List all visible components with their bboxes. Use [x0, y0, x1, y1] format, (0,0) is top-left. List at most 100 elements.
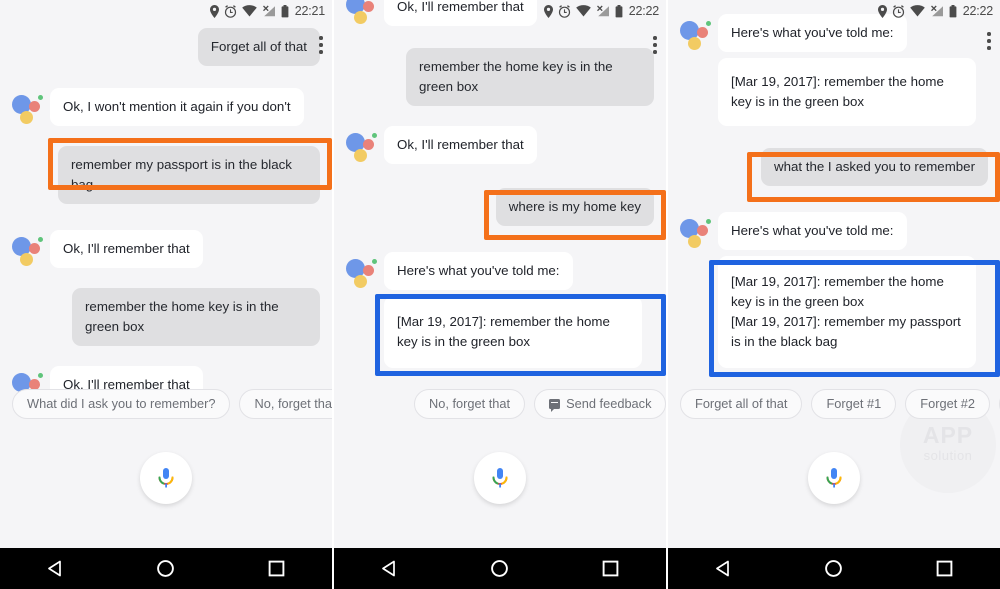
battery-icon: [281, 4, 289, 17]
google-assistant-logo-icon: [12, 92, 46, 126]
message-row-bot: Ok, I won't mention it again if you don'…: [12, 88, 320, 126]
memo-line-2: [Mar 19, 2017]: remember my passport is …: [731, 314, 961, 349]
user-message-home-key[interactable]: remember the home key is in the green bo…: [406, 48, 654, 106]
message-row-bot: Ok, I'll remember that: [346, 0, 654, 26]
back-triangle-icon: [47, 560, 61, 577]
recents-button[interactable]: [588, 548, 634, 589]
alarm-clock-icon: [224, 4, 236, 18]
home-circle-icon: [157, 560, 175, 577]
bot-message-heres-what: Here's what you've told me:: [384, 252, 573, 290]
back-triangle-icon: [715, 560, 729, 577]
chip-forget-2[interactable]: Forget #2: [905, 389, 991, 419]
bot-message-heres-what: Here's what you've told me:: [718, 212, 907, 250]
microphone-icon: [158, 468, 174, 488]
chip-forget-all-of-that[interactable]: Forget all of that: [680, 389, 803, 419]
bot-message-remember: Ok, I'll remember that: [50, 230, 203, 268]
microphone-button[interactable]: [140, 452, 192, 504]
google-assistant-logo-icon: [346, 0, 380, 26]
message-row-user: remember my passport is in the black bag: [12, 146, 320, 204]
android-nav-bar-2: [334, 548, 666, 589]
feedback-icon: [549, 399, 561, 412]
wifi-icon: [241, 5, 257, 17]
recents-button[interactable]: [254, 548, 300, 589]
watermark-line-1: APP: [922, 422, 974, 449]
bot-message-remember-cut: Ok, I'll remember that: [384, 0, 537, 26]
chip-label: No, forget that: [254, 395, 332, 411]
phone-screen-1: 22:21 Forget all of that Ok, I won't men…: [0, 0, 332, 589]
home-circle-icon: [491, 560, 509, 577]
back-button[interactable]: [32, 548, 78, 589]
chip-label: Forget #1: [826, 395, 882, 411]
user-message-what-i-asked[interactable]: what the I asked you to remember: [760, 148, 988, 186]
home-circle-icon: [825, 560, 843, 577]
microphone-button[interactable]: [474, 452, 526, 504]
message-row-bot: Ok, I'll remember that: [346, 126, 654, 164]
back-button[interactable]: [700, 548, 746, 589]
phone-screen-2: 22:22 Ok, I'll remember that remember th…: [334, 0, 666, 589]
message-row-bot: Here's what you've told me:: [680, 212, 988, 250]
user-message-where-home-key[interactable]: where is my home key: [495, 188, 654, 226]
recents-button[interactable]: [922, 548, 968, 589]
status-bar-1: 22:21: [0, 0, 332, 22]
message-row-user: what the I asked you to remember: [680, 148, 988, 186]
screenshot-triptych: 22:21 Forget all of that Ok, I won't men…: [0, 0, 1000, 589]
overflow-menu-icon[interactable]: [319, 36, 323, 54]
chip-label: No, forget that: [429, 395, 511, 411]
chip-no-forget-that[interactable]: No, forget that: [414, 389, 526, 419]
mic-button-wrap-2: [334, 452, 666, 504]
bot-message-heres-what: Here's what you've told me:: [718, 14, 907, 52]
chip-label: What did I ask you to remember?: [27, 395, 216, 411]
home-button[interactable]: [477, 548, 523, 589]
overflow-menu-icon[interactable]: [653, 36, 657, 54]
chip-label: Forget all of that: [695, 395, 788, 411]
message-row-bot: [Mar 19, 2017]: remember the home key is…: [680, 58, 988, 126]
bot-message-memo-list: [Mar 19, 2017]: remember the home key is…: [718, 256, 976, 368]
google-assistant-logo-icon: [680, 18, 714, 52]
message-row-bot: Here's what you've told me:: [680, 14, 988, 52]
home-button[interactable]: [143, 548, 189, 589]
android-nav-bar-1: [0, 548, 332, 589]
conversation-2: Ok, I'll remember that remember the home…: [334, 0, 666, 382]
recents-square-icon: [602, 560, 619, 577]
bot-message-memo-single: [Mar 19, 2017]: remember the home key is…: [718, 58, 976, 126]
user-message-forget-all[interactable]: Forget all of that: [197, 28, 320, 66]
google-assistant-logo-icon: [12, 234, 46, 268]
back-button[interactable]: [366, 548, 412, 589]
location-pin-icon: [209, 4, 219, 18]
no-sim-signal-icon: [262, 5, 275, 17]
suggestion-chips-1: What did I ask you to remember? No, forg…: [12, 389, 332, 419]
user-message-passport[interactable]: remember my passport is in the black bag: [58, 146, 320, 204]
conversation-3: Here's what you've told me: [Mar 19, 201…: [668, 14, 1000, 382]
bot-message-remember: Ok, I'll remember that: [384, 126, 537, 164]
back-triangle-icon: [381, 560, 395, 577]
bot-message-wont-mention: Ok, I won't mention it again if you don'…: [50, 88, 304, 126]
chip-label: Forget #2: [920, 395, 976, 411]
mic-button-wrap-1: [0, 452, 332, 504]
google-assistant-logo-icon: [346, 130, 380, 164]
microphone-icon: [826, 468, 842, 488]
chip-what-did-i-ask[interactable]: What did I ask you to remember?: [12, 389, 231, 419]
recents-square-icon: [268, 560, 285, 577]
phone-screen-3: 22:22 Here's what you've told me: [Mar 1…: [668, 0, 1000, 589]
home-button[interactable]: [811, 548, 857, 589]
chip-send-feedback[interactable]: Send feedback: [534, 389, 666, 419]
microphone-button[interactable]: [808, 452, 860, 504]
android-nav-bar-3: [668, 548, 1000, 589]
user-message-home-key[interactable]: remember the home key is in the green bo…: [72, 288, 320, 346]
microphone-icon: [492, 468, 508, 488]
message-row-bot: Ok, I'll remember that: [12, 230, 320, 268]
message-row-user: remember the home key is in the green bo…: [12, 288, 320, 346]
chip-no-forget-that[interactable]: No, forget that: [239, 389, 332, 419]
status-bar-clock: 22:21: [294, 4, 325, 18]
overflow-menu-icon[interactable]: [987, 32, 991, 50]
memo-line-1: [Mar 19, 2017]: remember the home key is…: [731, 274, 944, 309]
recents-square-icon: [936, 560, 953, 577]
google-assistant-logo-icon: [346, 256, 380, 290]
message-row-bot: Here's what you've told me:: [346, 252, 654, 290]
chip-forget-1[interactable]: Forget #1: [811, 389, 897, 419]
conversation-1: Forget all of that Ok, I won't mention i…: [0, 28, 332, 418]
bot-message-memo-list: [Mar 19, 2017]: remember the home key is…: [384, 296, 642, 368]
suggestion-chips-3: Forget all of that Forget #1 Forget #2: [680, 389, 1000, 419]
google-assistant-logo-icon: [680, 216, 714, 250]
message-row-user: remember the home key is in the green bo…: [346, 48, 654, 106]
